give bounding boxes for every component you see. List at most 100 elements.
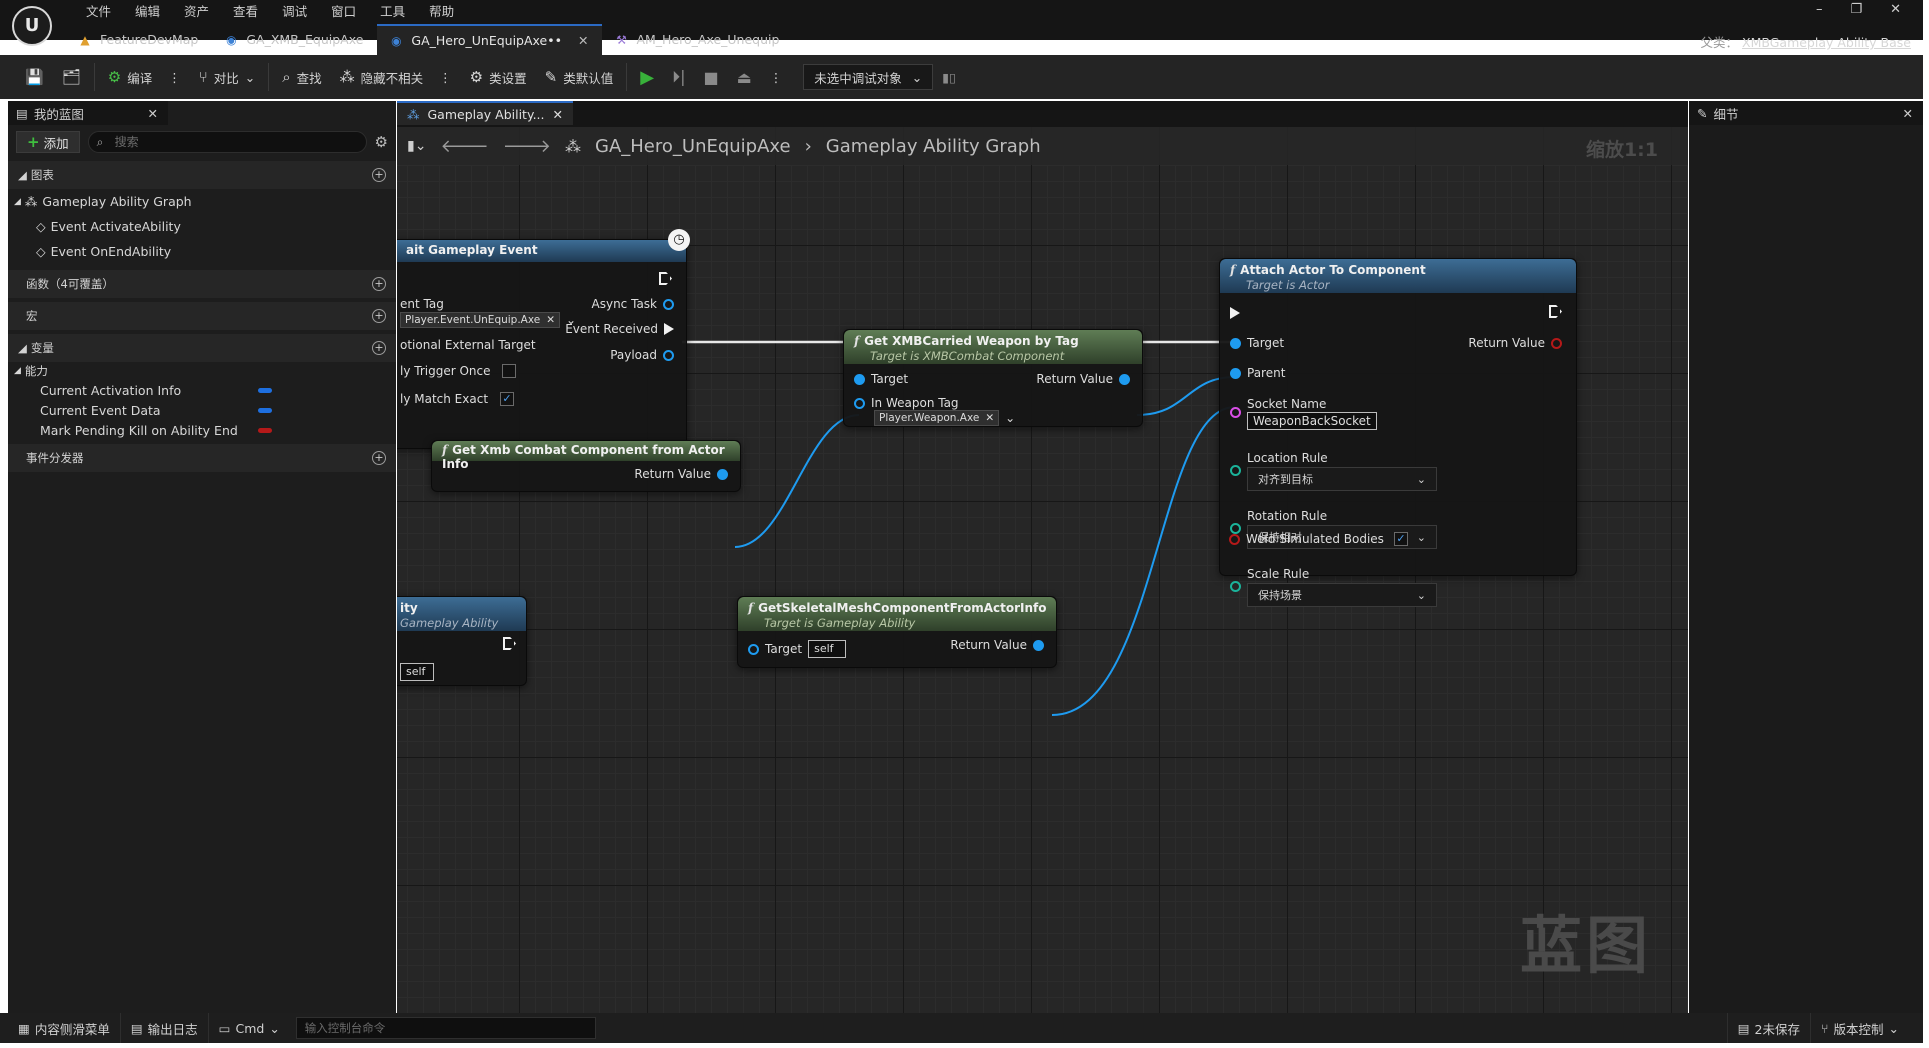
browse-button[interactable]: 🗂 (53, 62, 90, 92)
event-dispatchers-section[interactable]: 事件分发器 + (8, 444, 396, 472)
variables-section[interactable]: ◢ 变量 + (8, 334, 396, 362)
tab-am-hero-axe-unequip[interactable]: ⚒ AM_Hero_Axe_Unequip (602, 24, 793, 55)
minimize-button[interactable]: – (1816, 2, 1823, 17)
parent-class-link[interactable]: XMBGameplay Ability Base (1742, 35, 1911, 50)
close-icon[interactable]: ✕ (546, 313, 555, 328)
class-settings-button[interactable]: ⚙ 类设置 (461, 62, 536, 92)
location-rule-pin[interactable]: Location Rule 对齐到目标 ⌄ (1230, 451, 1437, 491)
target-pin[interactable]: Target self (748, 640, 847, 658)
graph-item[interactable]: ◢ ⁂ Gameplay Ability Graph (8, 189, 396, 214)
forward-arrow-icon[interactable]: 🡒 (503, 136, 551, 157)
close-icon[interactable]: ✕ (553, 107, 563, 122)
in-weapon-tag-pin[interactable]: In Weapon Tag (854, 396, 959, 410)
target-pin[interactable]: Target (854, 372, 908, 386)
event-received-pin[interactable]: Event Received (565, 322, 674, 336)
location-rule-select[interactable]: 对齐到目标 ⌄ (1247, 467, 1437, 491)
find-button[interactable]: ⌕ 查找 (273, 62, 330, 92)
return-value-pin[interactable]: Return Value (950, 638, 1044, 652)
variable-item[interactable]: Mark Pending Kill on Ability End (8, 420, 396, 440)
node-get-carried-weapon[interactable]: f Get XMBCarried Weapon by Tag Target is … (843, 329, 1143, 427)
tab-featuredevmap[interactable]: ▲ FeatureDevMap (66, 24, 212, 55)
debug-filter-button[interactable]: ▮▯ (933, 62, 965, 92)
node-end-ability[interactable]: ity Gameplay Ability self (397, 596, 527, 686)
close-window-button[interactable]: ✕ (1890, 2, 1901, 17)
node-get-combat-component[interactable]: f Get Xmb Combat Component from Actor Inf… (431, 440, 741, 492)
menu-tools[interactable]: 工具 (368, 2, 417, 22)
event-tag-value[interactable]: Player.Event.UnEquip.Axe ✕ ⌄ (400, 312, 576, 328)
unsaved-button[interactable]: ▤ 2未保存 (1726, 1013, 1811, 1043)
content-drawer-button[interactable]: ▦ 内容侧滑菜单 (8, 1013, 121, 1043)
bookmark-icon[interactable]: ▮⌄ (407, 138, 426, 154)
graphs-section[interactable]: ◢ 图表 + (8, 161, 396, 189)
source-control-button[interactable]: ⑂ 版本控制 ⌄ (1811, 1013, 1909, 1043)
menu-debug[interactable]: 调试 (270, 2, 319, 22)
scale-rule-pin[interactable]: Scale Rule 保持场景 ⌄ (1230, 567, 1437, 607)
diff-button[interactable]: ⑂ 对比 ⌄ (190, 62, 265, 92)
scale-rule-select[interactable]: 保持场景 ⌄ (1247, 583, 1437, 607)
hide-unrelated-button[interactable]: ⁂ 隐藏不相关 ⋮ (331, 62, 461, 92)
add-dispatcher-icon[interactable]: + (372, 451, 386, 465)
weld-simulated-bodies-pin[interactable]: Weld Simulated Bodies ✓ (1229, 532, 1408, 546)
eject-button[interactable]: ⏏ (728, 62, 761, 92)
details-tab[interactable]: ✎ 细节 ✕ (1689, 101, 1923, 125)
return-value-pin[interactable]: Return Value (1036, 372, 1130, 386)
class-defaults-button[interactable]: ✎ 类默认值 (536, 62, 623, 92)
debug-object-select[interactable]: 未选中调试对象 ⌄ (803, 64, 934, 90)
return-value-pin[interactable]: Return Value (634, 467, 728, 481)
add-variable-icon[interactable]: + (372, 341, 386, 355)
menu-asset[interactable]: 资产 (172, 2, 221, 22)
event-item[interactable]: ◇ Event ActivateAbility (8, 214, 396, 239)
node-attach-actor-to-component[interactable]: f Attach Actor To Component Target is Act… (1219, 258, 1577, 607)
unreal-logo-icon[interactable]: U (12, 6, 52, 46)
gameplay-tag-chip[interactable]: Player.Event.UnEquip.Axe ✕ (400, 312, 561, 328)
target-self-input[interactable]: self (808, 640, 847, 658)
tab-ga-hero-unequipaxe[interactable]: ◉ GA_Hero_UnEquipAxe•• ✕ (377, 24, 603, 55)
output-log-button[interactable]: ▤ 输出日志 (121, 1013, 209, 1043)
variable-item[interactable]: Current Activation Info (8, 380, 396, 400)
more-options-icon[interactable]: ⋮ (439, 70, 452, 85)
target-pin[interactable]: self (400, 663, 434, 681)
in-weapon-tag-value[interactable]: Player.Weapon.Axe ✕ ⌄ (874, 410, 1015, 426)
weld-checkbox[interactable]: ✓ (1393, 532, 1408, 546)
tab-ga-xmb-equipaxe[interactable]: ◉ GA_XMB_EquipAxe (212, 24, 377, 55)
parent-pin[interactable]: Parent (1230, 366, 1285, 380)
node-wait-gameplay-event[interactable]: ait Gameplay Event ent Tag Player.Event.… (397, 229, 690, 449)
play-button[interactable]: ▶ (631, 62, 663, 92)
target-self-input[interactable]: self (400, 663, 434, 681)
trigger-once-checkbox[interactable] (502, 364, 517, 378)
close-icon[interactable]: ✕ (1903, 106, 1923, 121)
chevron-down-icon[interactable]: ⌄ (1005, 411, 1015, 425)
breadcrumb-graph[interactable]: Gameplay Ability Graph (826, 136, 1041, 157)
menu-help[interactable]: 帮助 (417, 2, 466, 22)
search-input[interactable]: ⌕ 搜索 (87, 131, 367, 153)
menu-window[interactable]: 窗口 (319, 2, 368, 22)
close-tab-icon[interactable]: ✕ (578, 33, 588, 48)
compile-button[interactable]: ⚙ 编译 ⋮ (99, 62, 190, 92)
restore-button[interactable]: ❐ (1850, 2, 1862, 17)
menu-edit[interactable]: 编辑 (123, 2, 172, 22)
exec-out-pin[interactable] (503, 637, 516, 650)
functions-section[interactable]: 函数（4可覆盖） + (8, 270, 396, 298)
socket-name-input[interactable]: WeaponBackSocket (1247, 412, 1377, 430)
async-task-pin[interactable]: Async Task (592, 297, 674, 311)
back-arrow-icon[interactable]: 🡐 (440, 136, 488, 157)
add-macro-icon[interactable]: + (372, 309, 386, 323)
variable-item[interactable]: Current Event Data (8, 400, 396, 420)
more-options-icon[interactable]: ⋮ (168, 70, 181, 85)
play-options-button[interactable]: ⋮ (761, 62, 792, 92)
save-button[interactable]: 💾 (16, 62, 53, 92)
add-button[interactable]: + 添加 (16, 131, 80, 153)
exec-out-pin[interactable] (1549, 305, 1562, 318)
exec-out-pin[interactable] (659, 272, 672, 285)
graph-canvas[interactable]: ait Gameplay Event ent Tag Player.Event.… (397, 127, 1688, 1013)
socket-name-pin[interactable]: Socket Name WeaponBackSocket (1230, 397, 1377, 430)
breadcrumb-blueprint[interactable]: GA_Hero_UnEquipAxe (595, 136, 791, 157)
stop-button[interactable]: ■ (694, 62, 727, 92)
step-button[interactable]: ⏵| (663, 62, 694, 92)
menu-file[interactable]: 文件 (74, 2, 123, 22)
my-blueprint-tab[interactable]: ▤ 我的蓝图 ✕ (8, 101, 168, 125)
node-get-skeletal-mesh[interactable]: f GetSkeletalMeshComponentFromActorInfo T… (737, 596, 1057, 668)
close-icon[interactable]: ✕ (148, 106, 168, 121)
match-exact-checkbox[interactable]: ✓ (500, 392, 515, 406)
exec-in-pin[interactable] (1230, 307, 1240, 319)
